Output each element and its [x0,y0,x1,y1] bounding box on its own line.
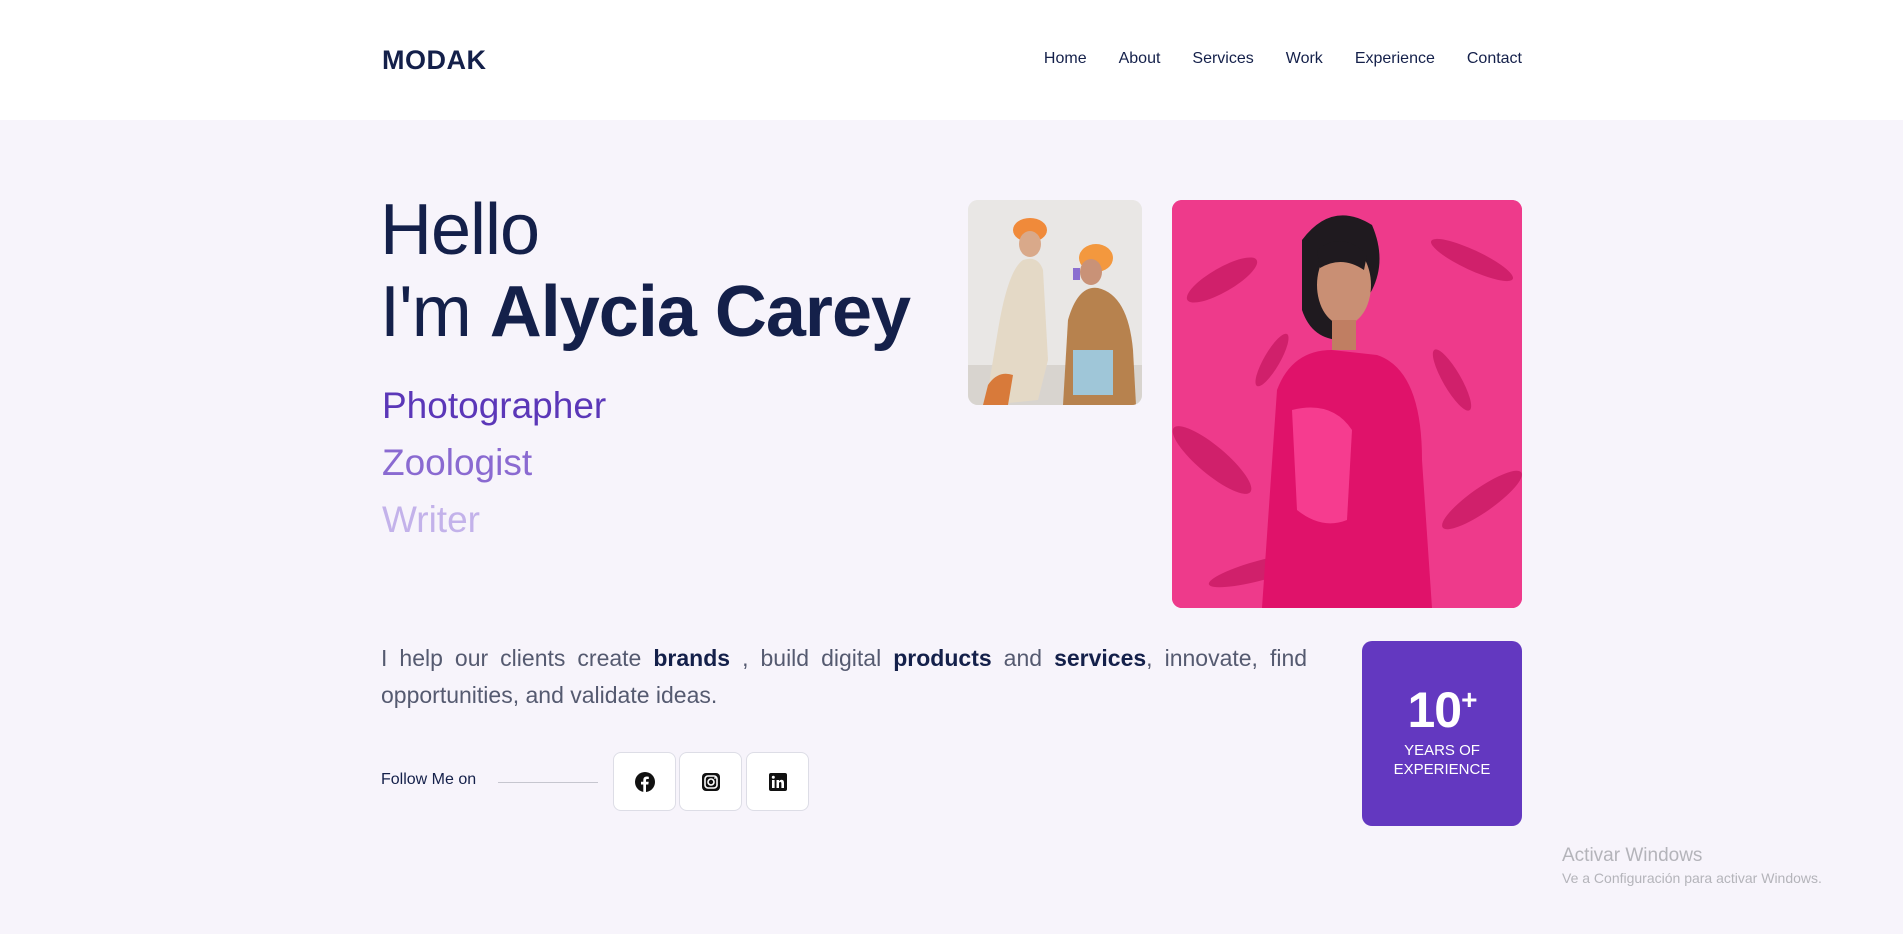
experience-badge: 10+ YEARS OF EXPERIENCE [1362,641,1522,826]
experience-plus: + [1461,684,1477,715]
couple-photo [968,200,1142,405]
role-zoologist: Zoologist [382,442,533,483]
hero-heading: I'm Alycia Carey [380,272,911,352]
experience-number: 10+ [1362,681,1522,739]
instagram-button[interactable] [679,752,742,811]
hero-description: I help our clients create brands , build… [381,640,1307,714]
role-photographer: Photographer [382,385,607,426]
main-nav: Home About Services Work Experience Cont… [1044,50,1522,68]
portrait-photo [1172,200,1522,608]
experience-label-line2: EXPERIENCE [1393,761,1491,778]
nav-contact-link[interactable]: Contact [1467,50,1522,68]
description-highlight-services: services [1054,645,1147,671]
hero-greeting: Hello [380,190,540,270]
instagram-icon [701,772,720,791]
nav-home-link[interactable]: Home [1044,50,1087,68]
description-highlight-brands: brands [653,645,731,671]
role-writer: Writer [382,499,480,540]
experience-label: YEARS OF EXPERIENCE [1372,741,1512,779]
linkedin-button[interactable] [746,752,809,811]
hero-name: Alycia Carey [489,272,911,352]
description-text: I help our clients create [381,645,642,671]
follow-label: Follow Me on [381,771,477,788]
nav-about-link[interactable]: About [1119,50,1161,68]
facebook-button[interactable] [613,752,676,811]
experience-years: 10 [1407,682,1463,738]
follow-divider [498,782,598,783]
nav-services-link[interactable]: Services [1192,50,1253,68]
hero-intro: I'm [380,272,472,352]
description-text: and [1003,645,1043,671]
description-text: , build digital [742,645,882,671]
description-highlight-products: products [893,645,992,671]
facebook-icon [634,771,655,792]
linkedin-icon [768,772,787,791]
nav-work-link[interactable]: Work [1286,50,1323,68]
experience-label-line1: YEARS OF [1404,742,1480,759]
site-header: MODAK Home About Services Work Experienc… [0,0,1903,120]
nav-experience-link[interactable]: Experience [1355,50,1435,68]
windows-watermark-subtitle: Ve a Configuración para activar Windows. [1562,870,1822,886]
logo[interactable]: MODAK [382,45,487,76]
windows-watermark-title: Activar Windows [1562,845,1703,866]
